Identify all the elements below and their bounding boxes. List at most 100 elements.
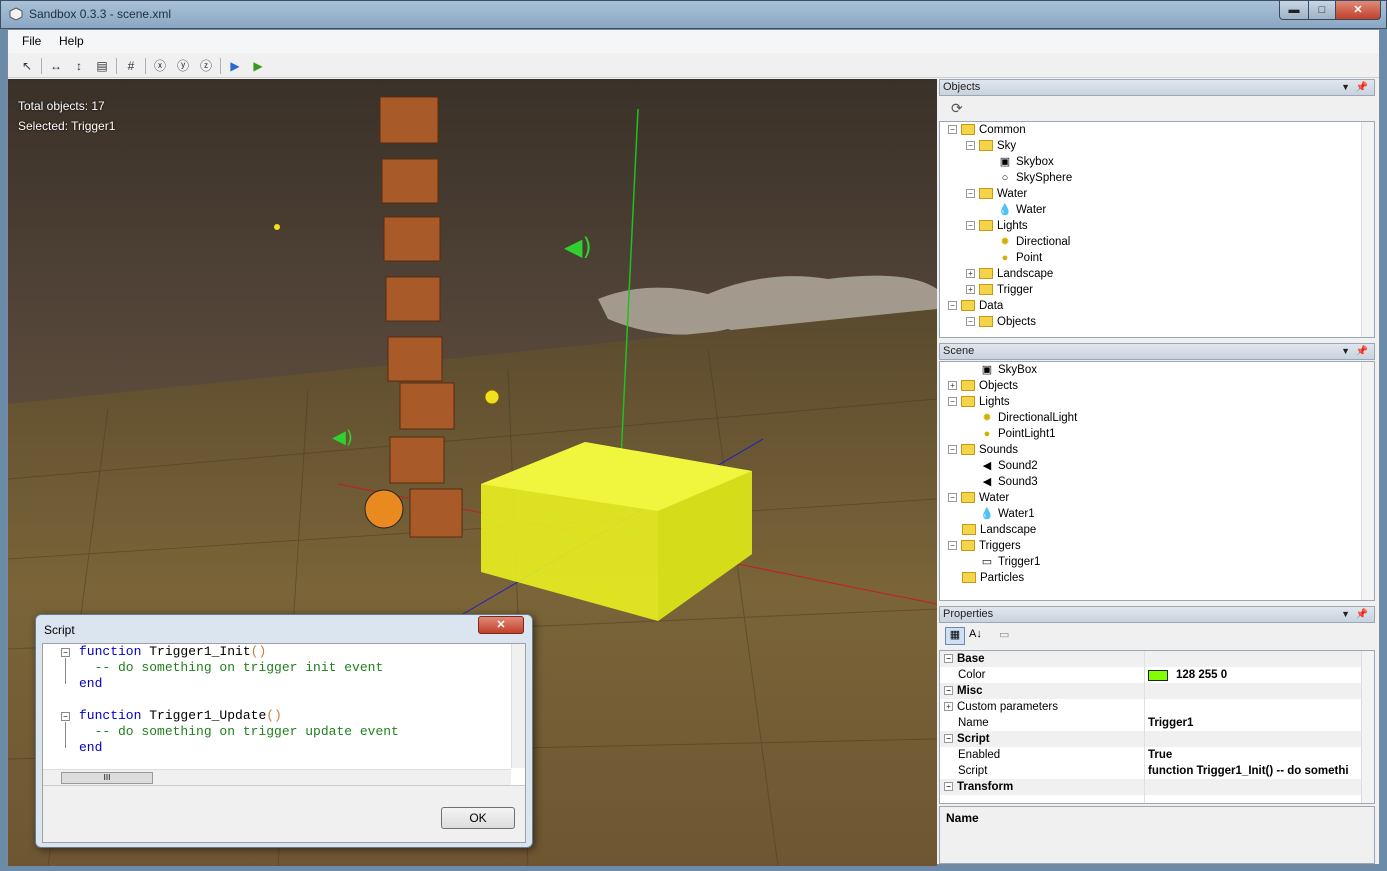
menu-help[interactable]: Help xyxy=(59,34,84,48)
script-value: function Trigger1_Init() -- do somethi xyxy=(1148,765,1349,777)
categorized-icon[interactable]: ▦ xyxy=(945,627,965,645)
tree-node[interactable]: ● PointLight1 xyxy=(980,426,1056,442)
menu-file[interactable]: File xyxy=(22,34,41,48)
code-line: function Trigger1_Update() xyxy=(79,708,282,723)
tree-node[interactable]: − Water xyxy=(966,186,1027,202)
tree-node[interactable]: − Triggers xyxy=(948,538,1021,554)
play-icon[interactable]: ▶ xyxy=(226,57,244,75)
editor-vscrollbar[interactable] xyxy=(511,644,525,768)
scene-tree[interactable]: ▣ SkyBox + Objects − Lights ✹ DirectionalLig… xyxy=(939,361,1375,601)
selected-label: Selected: Trigger1 xyxy=(18,119,116,133)
cube-icon: ▣ xyxy=(999,156,1011,168)
pin-icon[interactable]: 📌 xyxy=(1356,344,1368,359)
tree-node[interactable]: ✹ Directional xyxy=(998,234,1070,250)
pin-icon[interactable]: 📌 xyxy=(1356,80,1368,95)
tree-node[interactable]: − Lights xyxy=(948,394,1010,410)
toolbar-separator xyxy=(41,58,42,74)
property-description: Name xyxy=(939,806,1375,864)
properties-panel: Properties ▼ 📌 ▦ A↓ ▭ − Base Color 128 25… xyxy=(939,606,1375,864)
fold-marker[interactable]: − xyxy=(61,712,70,721)
tree-node[interactable]: ● Point xyxy=(998,250,1043,266)
rotate-z-icon[interactable]: ⓩ xyxy=(197,57,215,75)
tree-node[interactable]: − Lights xyxy=(966,218,1028,234)
property-custom-parameters[interactable]: + Custom parameters xyxy=(940,699,1364,715)
script-dialog: Script ✕ − − function Trigger1_Init() --… xyxy=(35,614,533,848)
tree-node[interactable]: − Water xyxy=(948,490,1009,506)
tree-node[interactable]: ✹ DirectionalLight xyxy=(980,410,1077,426)
sort-alpha-icon[interactable]: A↓ xyxy=(969,628,982,640)
tree-node[interactable]: Particles xyxy=(962,570,1024,586)
rotate-x-icon[interactable]: ⓧ xyxy=(151,57,169,75)
tree-node[interactable]: + Objects xyxy=(948,378,1018,394)
tree-node[interactable]: ◀ Sound2 xyxy=(980,458,1038,474)
rotate-y-icon[interactable]: ⓨ xyxy=(174,57,192,75)
tree-node[interactable]: − Sounds xyxy=(948,442,1018,458)
editor-hscrollbar[interactable]: III xyxy=(43,769,511,785)
category-script[interactable]: − Script xyxy=(940,731,1364,747)
tree-node[interactable]: − Common xyxy=(948,122,1026,138)
ok-button[interactable]: OK xyxy=(441,807,515,829)
code-line: -- do something on trigger init event xyxy=(79,660,384,675)
select-arrow-icon[interactable]: ↖ xyxy=(18,57,36,75)
run-icon[interactable]: ▶ xyxy=(249,57,267,75)
refresh-icon[interactable]: ⟳ xyxy=(951,100,963,117)
script-dialog-title: Script xyxy=(44,623,75,637)
scene-panel-title: Scene xyxy=(943,345,975,357)
scene-scrollbar[interactable] xyxy=(1361,362,1374,600)
tree-node[interactable]: ▭ Trigger1 xyxy=(980,554,1041,570)
minimize-button[interactable]: ▬ xyxy=(1279,1,1309,20)
enabled-value: True xyxy=(1148,749,1173,761)
description-title: Name xyxy=(946,811,979,825)
property-grid[interactable]: − Base Color 128 255 0 − Misc + Custom para… xyxy=(939,650,1375,804)
tree-node[interactable]: − Data xyxy=(948,298,1003,314)
property-color[interactable]: Color 128 255 0 xyxy=(940,667,1364,683)
category-misc[interactable]: − Misc xyxy=(940,683,1364,699)
close-button[interactable]: ✕ xyxy=(1335,1,1381,20)
property-pages-icon[interactable]: ▭ xyxy=(999,628,1009,641)
dropdown-icon[interactable]: ▼ xyxy=(1341,607,1350,622)
properties-scrollbar[interactable] xyxy=(1361,651,1374,803)
tree-node[interactable]: 💧 Water1 xyxy=(980,506,1035,522)
tree-node[interactable]: ▣ SkyBox xyxy=(980,362,1037,378)
property-script[interactable]: Script function Trigger1_Init() -- do so… xyxy=(940,763,1364,779)
script-editor[interactable]: − − function Trigger1_Init() -- do somet… xyxy=(43,644,525,786)
grid-divider xyxy=(1144,651,1145,803)
dropdown-icon[interactable]: ▼ xyxy=(1341,344,1350,359)
properties-panel-header: Properties ▼ 📌 xyxy=(939,606,1375,623)
hscroll-grip[interactable]: III xyxy=(61,772,153,784)
tree-node[interactable]: ▣ Skybox xyxy=(998,154,1054,170)
tree-node[interactable]: ○ SkySphere xyxy=(998,170,1073,186)
objects-scrollbar[interactable] xyxy=(1361,122,1374,337)
toolbar-separator xyxy=(145,58,146,74)
tree-node[interactable]: 💧 Water xyxy=(998,202,1046,218)
speaker-icon: ◀ xyxy=(982,476,992,488)
code-line: end xyxy=(79,676,103,691)
property-enabled[interactable]: Enabled True xyxy=(940,747,1364,763)
tree-node[interactable]: − Sky xyxy=(966,138,1016,154)
grid-icon[interactable]: # xyxy=(122,57,140,75)
water-drop-icon: 💧 xyxy=(980,508,994,520)
fold-marker[interactable]: − xyxy=(61,648,70,657)
tree-node[interactable]: ◀ Sound3 xyxy=(980,474,1038,490)
script-dialog-close-button[interactable]: ✕ xyxy=(478,616,524,634)
properties-panel-title: Properties xyxy=(943,608,994,620)
tree-node[interactable]: + Landscape xyxy=(966,266,1053,282)
total-objects-label: Total objects: 17 xyxy=(18,99,105,113)
category-base[interactable]: − Base xyxy=(940,651,1364,667)
move-y-icon[interactable]: ↕ xyxy=(70,57,88,75)
move-x-icon[interactable]: ↔ xyxy=(47,57,65,75)
svg-text:◀): ◀) xyxy=(564,233,592,261)
scene-panel-header: Scene ▼ 📌 xyxy=(939,343,1375,360)
svg-text:◀): ◀) xyxy=(332,427,353,448)
app-icon xyxy=(9,7,23,21)
maximize-button[interactable]: □ xyxy=(1308,1,1336,20)
dropdown-icon[interactable]: ▼ xyxy=(1341,80,1350,95)
tree-node[interactable]: − Objects xyxy=(966,314,1036,330)
tree-node[interactable]: Landscape xyxy=(962,522,1036,538)
tree-node[interactable]: + Trigger xyxy=(966,282,1033,298)
pin-icon[interactable]: 📌 xyxy=(1356,607,1368,622)
property-name[interactable]: Name Trigger1 xyxy=(940,715,1364,731)
category-transform[interactable]: − Transform xyxy=(940,779,1364,795)
objects-tree[interactable]: − Common − Sky ▣ Skybox ○ SkySphere − Water 💧… xyxy=(939,121,1375,338)
frame-icon[interactable]: ▤ xyxy=(93,57,111,75)
